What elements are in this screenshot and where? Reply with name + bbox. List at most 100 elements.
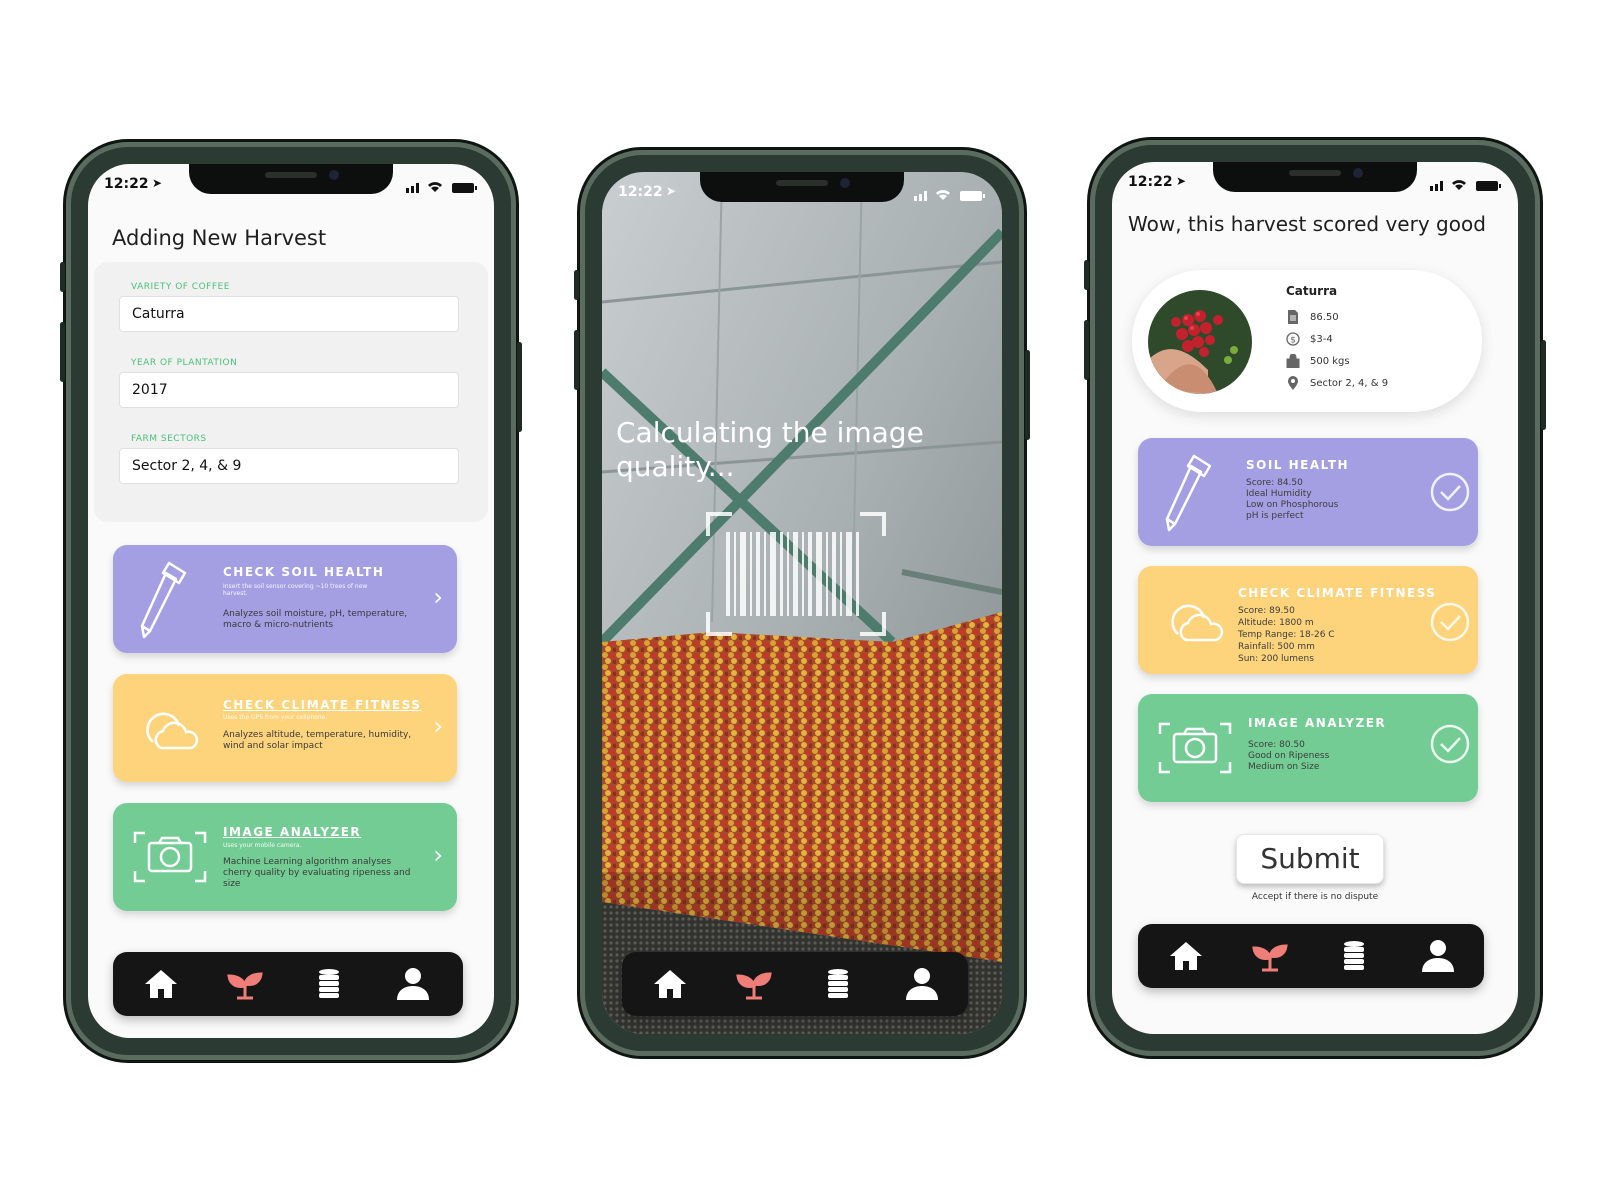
user-icon[interactable] [1420, 938, 1456, 974]
result-line: pH is perfect [1246, 511, 1304, 521]
user-icon[interactable] [904, 966, 940, 1002]
camera-icon [133, 831, 207, 883]
sectors-label: FARM SECTORS [131, 434, 207, 444]
result-line: Ideal Humidity [1246, 489, 1312, 499]
score-row: 86.50 [1286, 310, 1339, 324]
chevron-right-icon: › [433, 841, 443, 869]
result-line: Low on Phosphorous [1246, 500, 1339, 510]
location-arrow-icon: ➤ [1176, 174, 1187, 188]
status-bar: 12:22 ➤ [104, 176, 478, 196]
image-scan-screen: 12:22 ➤ Calculating the image quality... [602, 172, 1002, 1034]
harvest-results-screen: 12:22 ➤ Wow, this harvest scored very go… [1112, 162, 1518, 1034]
phone-frame-scan: 12:22 ➤ Calculating the image quality... [574, 150, 1030, 1056]
bottom-nav [1138, 924, 1484, 988]
status-bar: 12:22 ➤ [618, 184, 986, 204]
home-icon[interactable] [652, 966, 688, 1002]
chevron-right-icon: › [433, 712, 443, 740]
bottom-nav [622, 952, 968, 1016]
coins-icon[interactable] [311, 966, 347, 1002]
location-pin-icon [1288, 376, 1298, 390]
user-icon[interactable] [395, 966, 431, 1002]
location-arrow-icon: ➤ [152, 176, 163, 190]
variety-name: Caturra [1286, 284, 1338, 298]
image-analyzer-card[interactable]: IMAGE ANALYZER Uses your mobile camera. … [113, 803, 457, 911]
barcode-scan-icon [706, 512, 886, 636]
card-note: Uses your mobile camera. [223, 842, 302, 849]
signal-wifi-battery-icon [914, 190, 985, 201]
result-line: Temp Range: 18-26 C [1238, 630, 1335, 640]
signal-wifi-battery-icon [1430, 180, 1501, 191]
variety-input[interactable]: Caturra [119, 296, 459, 332]
image-analyzer-result-card[interactable]: IMAGE ANALYZER Score: 80.50 Good on Ripe… [1138, 694, 1478, 802]
sprout-icon[interactable] [736, 966, 772, 1002]
status-time: 12:22 [618, 184, 663, 200]
location-value: Sector 2, 4, & 9 [1310, 378, 1389, 389]
price-value: $3-4 [1310, 334, 1333, 345]
harvest-summary-card: Caturra 86.50 $ $3-4 500 kgs Sector 2, 4,… [1132, 270, 1482, 412]
chevron-right-icon: › [433, 583, 443, 611]
card-description: Analyzes soil moisture, pH, temperature,… [223, 609, 408, 630]
soil-sensor-icon [140, 561, 187, 639]
accept-note: Accept if there is no dispute [1251, 892, 1379, 902]
add-harvest-screen: 12:22 ➤ Adding New Harvest VARIETY OF CO… [88, 164, 494, 1038]
sectors-input[interactable]: Sector 2, 4, & 9 [119, 448, 459, 484]
bottom-nav [113, 952, 463, 1016]
document-icon [1288, 310, 1298, 324]
sprout-icon[interactable] [1252, 938, 1288, 974]
result-line: Medium on Size [1248, 762, 1320, 772]
check-circle-icon [1430, 602, 1470, 642]
year-label: YEAR OF PLANTATION [131, 358, 238, 368]
card-title: CHECK SOIL HEALTH [223, 565, 385, 579]
svg-text:$: $ [1290, 336, 1296, 346]
result-line: Altitude: 1800 m [1238, 618, 1314, 628]
soil-sensor-icon [1165, 454, 1212, 532]
status-bar: 12:22 ➤ [1128, 174, 1502, 194]
check-climate-fitness-card[interactable]: CHECK CLIMATE FITNESS Uses the GPS from … [113, 674, 457, 782]
cloud-icon [1171, 604, 1224, 642]
weight-row: 500 kgs [1286, 354, 1350, 368]
card-note: Uses the GPS from your cellphone. [223, 714, 328, 721]
camera-icon [1158, 722, 1232, 774]
result-line: Sun: 200 lumens [1238, 654, 1314, 664]
year-input[interactable]: 2017 [119, 372, 459, 408]
result-line: Rainfall: 500 mm [1238, 642, 1315, 652]
results-title: Wow, this harvest scored very good [1128, 212, 1486, 236]
status-time: 12:22 [1128, 174, 1173, 190]
coins-icon[interactable] [1336, 938, 1372, 974]
result-line: Score: 80.50 [1248, 740, 1305, 750]
sprout-icon[interactable] [227, 966, 263, 1002]
status-time: 12:22 [104, 176, 149, 192]
home-icon[interactable] [143, 966, 179, 1002]
weight-value: 500 kgs [1310, 356, 1350, 367]
result-title: IMAGE ANALYZER [1248, 716, 1387, 730]
climate-fitness-result-card[interactable]: CHECK CLIMATE FITNESS Score: 89.50 Altit… [1138, 566, 1478, 674]
location-row: Sector 2, 4, & 9 [1286, 376, 1388, 390]
card-description: Analyzes altitude, temperature, humidity… [223, 730, 412, 751]
cloud-icon [146, 712, 199, 750]
score-value: 86.50 [1310, 312, 1339, 323]
result-line: Score: 84.50 [1246, 478, 1303, 488]
phone-frame-results: 12:22 ➤ Wow, this harvest scored very go… [1084, 140, 1546, 1056]
check-soil-health-card[interactable]: CHECK SOIL HEALTH Insert the soil sensor… [113, 545, 457, 653]
variety-label: VARIETY OF COFFEE [131, 282, 230, 292]
result-line: Score: 89.50 [1238, 606, 1295, 616]
check-circle-icon [1430, 724, 1470, 764]
submit-button[interactable]: Submit [1236, 834, 1384, 884]
signal-wifi-battery-icon [406, 182, 477, 193]
scan-status-text: Calculating the image quality... [616, 416, 924, 483]
home-icon[interactable] [1168, 938, 1204, 974]
location-arrow-icon: ➤ [666, 184, 677, 198]
coffee-cherries-photo [1148, 290, 1252, 394]
result-title: SOIL HEALTH [1246, 458, 1350, 472]
dollar-icon: $ [1286, 332, 1300, 346]
bag-icon [1286, 354, 1300, 368]
card-title: CHECK CLIMATE FITNESS [223, 698, 422, 712]
result-title: CHECK CLIMATE FITNESS [1238, 586, 1437, 600]
page-title: Adding New Harvest [112, 226, 327, 250]
result-line: Good on Ripeness [1248, 751, 1330, 761]
check-circle-icon [1430, 472, 1470, 512]
harvest-form: VARIETY OF COFFEE Caturra YEAR OF PLANTA… [94, 262, 488, 522]
soil-health-result-card[interactable]: SOIL HEALTH Score: 84.50 Ideal Humidity … [1138, 438, 1478, 546]
coins-icon[interactable] [820, 966, 856, 1002]
phone-frame-add-harvest: 12:22 ➤ Adding New Harvest VARIETY OF CO… [60, 142, 522, 1060]
